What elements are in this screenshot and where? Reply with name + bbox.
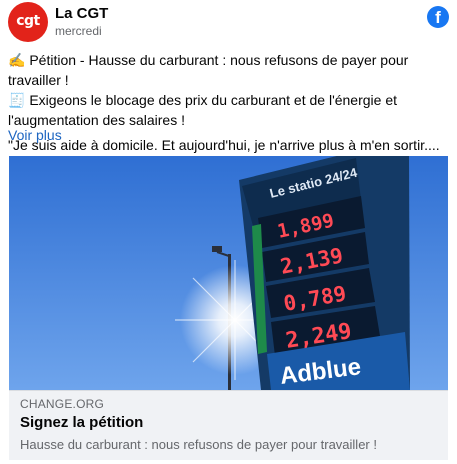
post-line: 🧾 Exigeons le blocage des prix du carbur… (8, 92, 398, 128)
page-name[interactable]: La CGT (55, 5, 108, 22)
post-header: cgt La CGT mercredi f (8, 2, 449, 42)
facebook-icon[interactable]: f (427, 6, 449, 28)
avatar[interactable]: cgt (8, 2, 48, 42)
post-line: ✍️ Pétition - Hausse du carburant : nous… (8, 52, 409, 88)
link-preview[interactable]: CHANGE.ORG Signez la pétition Hausse du … (9, 390, 448, 460)
cgt-logo: cgt (16, 13, 40, 29)
facebook-post: cgt La CGT mercredi f ✍️ Pétition - Haus… (0, 0, 457, 464)
post-line: "Je suis aide à domicile. Et aujourd'hui… (8, 137, 440, 153)
link-title[interactable]: Signez la pétition (20, 414, 143, 431)
post-image[interactable]: Le statio 24/24 1,899 2,139 0,789 2,249 … (9, 156, 448, 390)
see-more-link[interactable]: Voir plus (8, 127, 62, 143)
link-domain: CHANGE.ORG (20, 397, 105, 411)
fuel-station-photo: Le statio 24/24 1,899 2,139 0,789 2,249 … (9, 156, 448, 390)
post-timestamp[interactable]: mercredi (55, 24, 102, 38)
post-text: ✍️ Pétition - Hausse du carburant : nous… (8, 50, 449, 155)
link-description: Hausse du carburant : nous refusons de p… (20, 437, 377, 452)
